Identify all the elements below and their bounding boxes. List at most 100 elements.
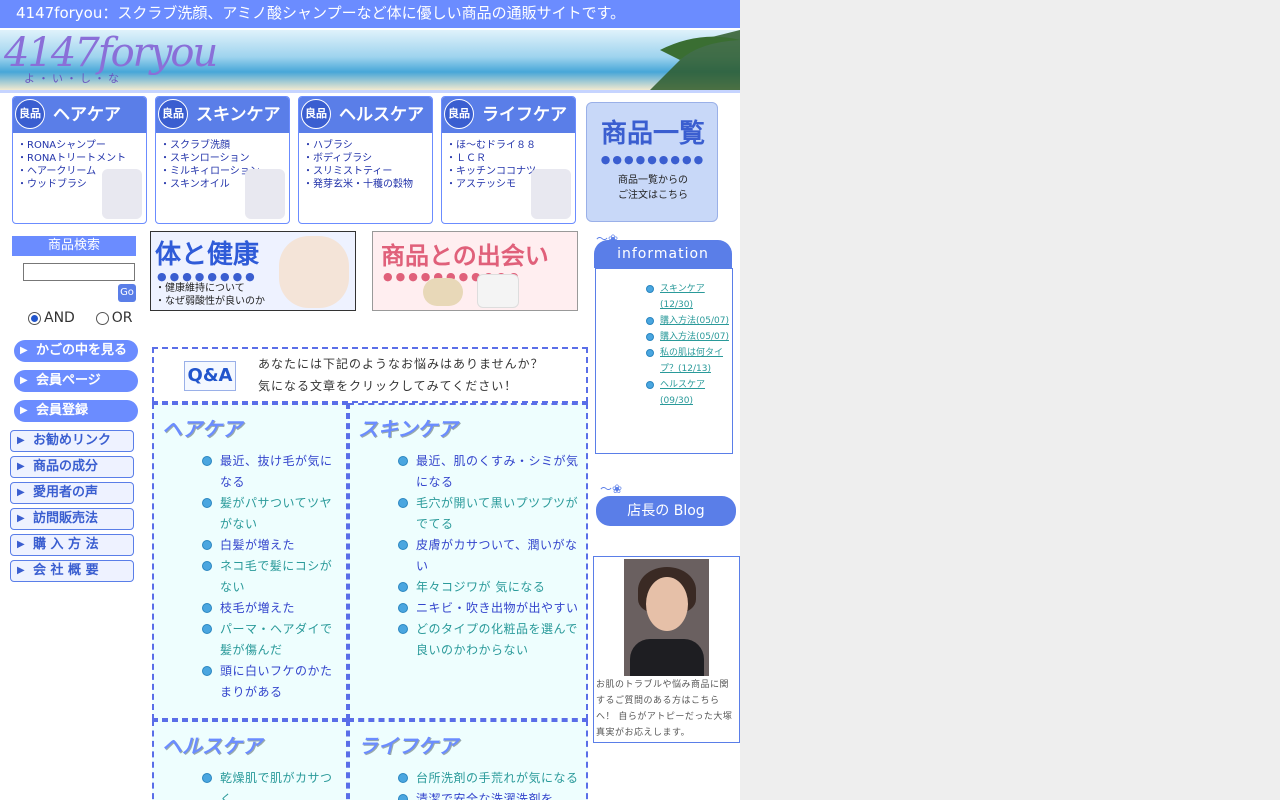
search-go-button[interactable]: Go (118, 284, 136, 302)
header-banner[interactable]: 4147foryou よ・い・し・な (0, 30, 740, 90)
category-item: ・ボディブラシ (303, 153, 373, 164)
nav-label: 愛用者の声 (33, 485, 99, 500)
swirl-icon: ～❀ (600, 482, 623, 496)
cream-jar-image (477, 274, 519, 308)
concern-link[interactable]: 白髪が増えた (202, 535, 342, 556)
category-item: ・スキンローション (160, 153, 250, 164)
concern-link[interactable]: 枝毛が増えた (202, 598, 342, 619)
item-list-dots: ●●●●●●●●● (600, 153, 706, 166)
ryohin-badge-icon: 良品 (15, 99, 45, 129)
nav-label: 会員登録 (36, 403, 89, 418)
category-life-care[interactable]: 良品 ライフケア ・ほ～むドライ８８ ・ＬＣＲ ・キッチンココナツ ・アステッシモ (441, 96, 576, 224)
qa-line1: あなたには下記のようなお悩みはありませんか？ (258, 357, 544, 371)
info-link[interactable]: 私の肌は何タイプ？(12/13) (646, 345, 730, 377)
site-header-bar: 4147foryou：スクラブ洗顔、アミノ酸シャンプーなど体に優しい商品の通販サ… (0, 0, 740, 28)
category-item: ・RONAシャンプー (17, 140, 106, 151)
concern-link[interactable]: パーマ・ヘアダイで髪が傷んだ (202, 619, 342, 661)
concern-link[interactable]: どのタイプの化粧品を選んで良いのかわからない (398, 619, 582, 661)
staff-contact-text: お肌のトラブルや悩み商品に関するご質問のある方はこちらへ！ 自らがアトピーだった… (596, 680, 733, 738)
nav-label: 訪問販売法 (33, 511, 99, 526)
section-skin-care: スキンケア 最近、肌のくすみ・シミが気になる 毛穴が開いて黒いプツプツがでてる … (348, 403, 588, 720)
shop-blog-button[interactable]: ～❀ 店長の Blog (596, 480, 738, 528)
category-title: ライフケア (482, 105, 567, 125)
or-label: OR (111, 310, 133, 326)
staff-contact-box[interactable]: お肌のトラブルや悩み商品に関するご質問のある方はこちらへ！ 自らがアトピーだった… (593, 556, 740, 743)
concern-link[interactable]: ニキビ・吹き出物が出やすい (398, 598, 582, 619)
blog-label: 店長の Blog (596, 496, 736, 526)
concern-link[interactable]: 皮膚がカサついて、潤いがない (398, 535, 582, 577)
qa-intro: Q&A あなたには下記のようなお悩みはありませんか？ 気になる文章をクリックして… (152, 347, 588, 403)
nav-door-to-door-law[interactable]: ▶ 訪問販売法 (10, 508, 134, 530)
section-title: ヘルスケア (162, 734, 262, 758)
staff-photo (624, 559, 709, 676)
info-link[interactable]: 購入方法(05/07) (646, 329, 730, 345)
section-title: ライフケア (358, 734, 458, 758)
or-radio[interactable] (95, 311, 109, 325)
site-logo-sub: よ・い・し・な (24, 72, 122, 85)
nav-label: 商品の成分 (33, 459, 99, 474)
nav-label: 会 社 概 要 (33, 563, 99, 578)
information-header: ～❀ information (594, 230, 732, 268)
concern-link[interactable]: 頭に白いフケのかたまりがある (202, 661, 342, 703)
ryohin-badge-icon: 良品 (301, 99, 331, 129)
item-list-line2: ご注文はこちら (618, 190, 688, 201)
view-cart-button[interactable]: ▶ かごの中を見る (14, 340, 138, 362)
health-banner-line: ・健康維持について (155, 283, 245, 294)
and-label: AND (44, 310, 75, 326)
concern-link[interactable]: ネコ毛で髪にコシがない (202, 556, 342, 598)
nav-ingredients[interactable]: ▶ 商品の成分 (10, 456, 134, 478)
concern-link[interactable]: 台所洗剤の手荒れが気になる (398, 768, 582, 789)
category-item: ・スリミストティー (303, 166, 393, 177)
category-item: ・ハブラシ (303, 140, 353, 151)
meet-banner-title: 商品との出会い (381, 242, 549, 270)
category-item: ・RONAトリートメント (17, 153, 127, 164)
health-banner-line: ・なぜ弱酸性が良いのか (155, 296, 265, 307)
arrow-right-icon: ▶ (17, 435, 25, 446)
concern-link[interactable]: 髪がパサついてツヤがない (202, 493, 342, 535)
information-box: スキンケア(12/30) 購入方法(05/07) 購入方法(05/07) 私の肌… (595, 268, 733, 454)
page: 4147foryou：スクラブ洗顔、アミノ酸シャンプーなど体に優しい商品の通販サ… (0, 0, 740, 800)
arrow-right-icon: ▶ (17, 539, 25, 550)
concern-link[interactable]: 毛穴が開いて黒いプツプツがでてる (398, 493, 582, 535)
search-heading: 商品検索 (12, 236, 136, 256)
product-encounter-banner[interactable]: 商品との出会い ●●●●●●●●●●● (372, 231, 578, 311)
product-image (531, 169, 571, 219)
woman-photo (279, 236, 349, 308)
site-tagline: 4147foryou：スクラブ洗顔、アミノ酸シャンプーなど体に優しい商品の通販サ… (16, 4, 626, 22)
member-register-button[interactable]: ▶ 会員登録 (14, 400, 138, 422)
ryohin-badge-icon: 良品 (444, 99, 474, 129)
concern-link[interactable]: 乾燥肌で肌がカサつく (202, 768, 342, 800)
concern-link[interactable]: 最近、抜け毛が気になる (202, 451, 342, 493)
info-link[interactable]: スキンケア(12/30) (646, 281, 730, 313)
information-title: information (594, 240, 732, 268)
arrow-right-icon: ▶ (20, 345, 28, 356)
arrow-right-icon: ▶ (17, 461, 25, 472)
health-banner[interactable]: 体と健康 ●●●●●●●● ・健康維持について ・なぜ弱酸性が良いのか (150, 231, 356, 311)
info-link[interactable]: ヘルスケア(09/30) (646, 377, 730, 409)
nav-company-profile[interactable]: ▶ 会 社 概 要 (10, 560, 134, 582)
category-skin-care[interactable]: 良品 スキンケア ・スクラブ洗顔 ・スキンローション ・ミルキィローション ・スキ… (155, 96, 290, 224)
arrow-right-icon: ▶ (20, 405, 28, 416)
nav-recommended-links[interactable]: ▶ お勧めリンク (10, 430, 134, 452)
header-divider (0, 90, 740, 93)
health-banner-title: 体と健康 (155, 240, 260, 270)
brush-image (423, 278, 463, 306)
concern-link[interactable]: 年々コジワが 気になる (398, 577, 582, 598)
concern-link[interactable]: 清潔で安全な洗濯洗剤を (398, 789, 582, 800)
item-list-button[interactable]: 商品一覧 ●●●●●●●●● 商品一覧からの ご注文はこちら (586, 102, 718, 222)
nav-label: かごの中を見る (36, 343, 128, 358)
section-title: スキンケア (358, 417, 458, 441)
nav-customer-voices[interactable]: ▶ 愛用者の声 (10, 482, 134, 504)
search-input[interactable] (23, 263, 135, 281)
member-page-button[interactable]: ▶ 会員ページ (14, 370, 138, 392)
and-radio[interactable] (28, 311, 41, 325)
section-health-care: ヘルスケア 乾燥肌で肌がカサつく (152, 720, 348, 800)
concern-link[interactable]: 最近、肌のくすみ・シミが気になる (398, 451, 582, 493)
category-item: ・ＬＣＲ (446, 153, 486, 164)
arrow-right-icon: ▶ (17, 513, 25, 524)
nav-how-to-buy[interactable]: ▶ 購 入 方 法 (10, 534, 134, 556)
info-link[interactable]: 購入方法(05/07) (646, 313, 730, 329)
nav-label: 購 入 方 法 (33, 537, 99, 552)
category-health-care[interactable]: 良品 ヘルスケア ・ハブラシ ・ボディブラシ ・スリミストティー ・発芽玄米・十穫… (298, 96, 433, 224)
category-hair-care[interactable]: 良品 ヘアケア ・RONAシャンプー ・RONAトリートメント ・ヘアークリーム … (12, 96, 147, 224)
